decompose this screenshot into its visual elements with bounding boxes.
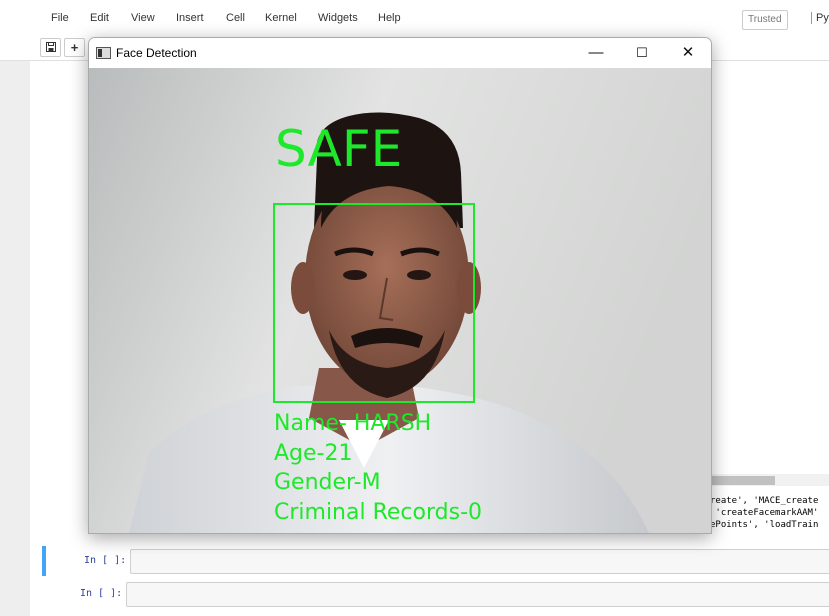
menu-file[interactable]: File <box>51 12 69 24</box>
menu-kernel[interactable]: Kernel <box>265 12 297 24</box>
trusted-badge[interactable]: Trusted <box>742 10 788 30</box>
status-label: SAFE <box>275 120 403 178</box>
name-label: Name- HARSH <box>274 411 432 436</box>
output-line: ePoints', 'loadTrain <box>710 520 819 530</box>
menu-widgets[interactable]: Widgets <box>318 12 358 24</box>
save-button[interactable] <box>40 38 61 57</box>
cell-input[interactable] <box>130 549 829 574</box>
age-label: Age-21 <box>274 441 353 466</box>
maximize-button[interactable]: ☐ <box>619 38 665 68</box>
output-line: 'createFacemarkAAM' <box>710 508 819 518</box>
menu-cell[interactable]: Cell <box>226 12 245 24</box>
cell-prompt: In [ ]: <box>84 555 127 566</box>
output-line: reate', 'MACE_create <box>710 496 819 506</box>
app-icon <box>96 47 111 59</box>
cell-output: reate', 'MACE_create 'createFacemarkAAM'… <box>705 486 829 538</box>
add-cell-button[interactable]: + <box>64 38 85 57</box>
kernel-name[interactable]: Pyt <box>811 12 829 24</box>
gender-label: Gender-M <box>274 470 381 495</box>
minimize-button[interactable]: — <box>573 38 619 68</box>
menubar: File Edit View Insert Cell Kernel Widget… <box>0 0 829 38</box>
save-icon <box>45 42 56 52</box>
criminal-records-label: Criminal Records-0 <box>274 500 483 525</box>
menu-insert[interactable]: Insert <box>176 12 204 24</box>
menu-help[interactable]: Help <box>378 12 401 24</box>
window-titlebar[interactable]: Face Detection — ☐ ✕ <box>89 38 711 68</box>
cell-prompt: In [ ]: <box>80 588 123 599</box>
cell-input[interactable] <box>126 582 829 607</box>
menu-edit[interactable]: Edit <box>90 12 109 24</box>
window-title: Face Detection <box>116 46 197 60</box>
menu-view[interactable]: View <box>131 12 155 24</box>
face-detection-window[interactable]: Face Detection — ☐ ✕ SAFE Name- HARSH Ag… <box>88 37 712 534</box>
code-cell[interactable]: In [ ]: <box>42 579 829 609</box>
camera-feed: SAFE Name- HARSH Age-21 Gender-M Crimina… <box>89 68 711 533</box>
code-cell[interactable]: In [ ]: <box>42 546 829 576</box>
close-button[interactable]: ✕ <box>665 38 711 68</box>
scrollbar-thumb[interactable] <box>705 476 775 485</box>
